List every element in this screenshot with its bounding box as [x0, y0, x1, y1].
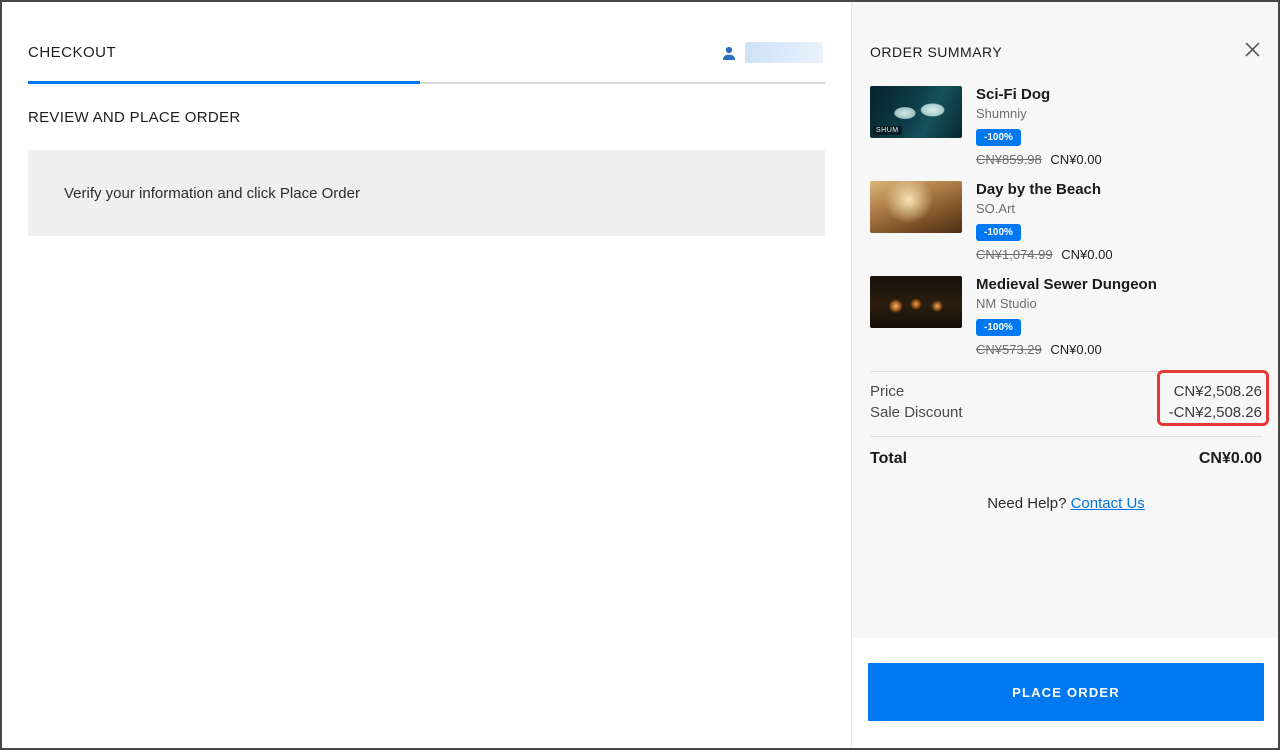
dungeon-thumbnail: [870, 276, 962, 328]
order-summary-scroll[interactable]: ORDER SUMMARY SHUM Sci-Fi Dog Shumniy -1…: [852, 2, 1280, 638]
need-help-text: Need Help?: [987, 495, 1066, 512]
total-row: Total CN¥0.00: [870, 436, 1262, 468]
contact-us-link[interactable]: Contact Us: [1071, 495, 1145, 512]
item-title: Sci-Fi Dog: [976, 86, 1102, 103]
item-final-price: CN¥0.00: [1050, 342, 1101, 357]
need-help-row: Need Help? Contact Us: [870, 495, 1262, 512]
price-value: CN¥2,508.26: [1174, 381, 1262, 402]
item-title: Medieval Sewer Dungeon: [976, 276, 1157, 293]
tab-checkout[interactable]: CHECKOUT: [28, 44, 116, 62]
item-prices: CN¥859.98 CN¥0.00: [976, 152, 1102, 167]
total-label: Total: [870, 450, 907, 468]
item-original-price: CN¥1,074.99: [976, 247, 1053, 262]
price-breakdown: Price CN¥2,508.26 Sale Discount -CN¥2,50…: [870, 371, 1262, 436]
checkout-pane: CHECKOUT REVIEW AND PLACE ORDER Verify y…: [2, 2, 851, 748]
order-item: SHUM Sci-Fi Dog Shumniy -100% CN¥859.98 …: [870, 86, 1262, 167]
order-summary-pane: ORDER SUMMARY SHUM Sci-Fi Dog Shumniy -1…: [851, 2, 1280, 748]
order-item-info: Sci-Fi Dog Shumniy -100% CN¥859.98 CN¥0.…: [976, 86, 1102, 167]
user-account[interactable]: [720, 42, 823, 63]
item-original-price: CN¥859.98: [976, 152, 1042, 167]
review-section-title: REVIEW AND PLACE ORDER: [28, 109, 825, 126]
order-item: Day by the Beach SO.Art -100% CN¥1,074.9…: [870, 181, 1262, 262]
order-summary-title: ORDER SUMMARY: [870, 44, 1002, 60]
item-seller: NM Studio: [976, 296, 1157, 311]
thumbnail-watermark: SHUM: [873, 126, 902, 135]
checkout-tabs-row: CHECKOUT: [28, 42, 825, 84]
discount-badge: -100%: [976, 224, 1021, 241]
order-item: Medieval Sewer Dungeon NM Studio -100% C…: [870, 276, 1262, 357]
beach-thumbnail: [870, 181, 962, 233]
user-name-redacted: [745, 42, 823, 63]
checkout-tab-label: CHECKOUT: [28, 44, 116, 61]
checkout-window: CHECKOUT REVIEW AND PLACE ORDER Verify y…: [0, 0, 1280, 750]
sci-fi-dog-thumbnail: SHUM: [870, 86, 962, 138]
close-x-glyph: [1245, 42, 1260, 57]
item-seller: SO.Art: [976, 201, 1113, 216]
verify-notice-text: Verify your information and click Place …: [64, 185, 360, 202]
discount-badge: -100%: [976, 129, 1021, 146]
sale-discount-row: Sale Discount -CN¥2,508.26: [870, 402, 1262, 423]
price-row: Price CN¥2,508.26: [870, 381, 1262, 402]
item-final-price: CN¥0.00: [1061, 247, 1112, 262]
order-item-info: Medieval Sewer Dungeon NM Studio -100% C…: [976, 276, 1157, 357]
item-seller: Shumniy: [976, 106, 1102, 121]
order-items-list: SHUM Sci-Fi Dog Shumniy -100% CN¥859.98 …: [870, 86, 1262, 357]
order-summary-footer: PLACE ORDER: [852, 638, 1280, 748]
sale-discount-label: Sale Discount: [870, 402, 963, 423]
order-item-info: Day by the Beach SO.Art -100% CN¥1,074.9…: [976, 181, 1113, 262]
discount-badge: -100%: [976, 319, 1021, 336]
active-tab-underline: [28, 81, 420, 84]
order-summary-header: ORDER SUMMARY: [870, 44, 1262, 60]
total-value: CN¥0.00: [1199, 450, 1262, 468]
sale-discount-value: -CN¥2,508.26: [1169, 402, 1262, 423]
verify-notice-box: Verify your information and click Place …: [28, 150, 825, 236]
item-final-price: CN¥0.00: [1050, 152, 1101, 167]
item-original-price: CN¥573.29: [976, 342, 1042, 357]
item-title: Day by the Beach: [976, 181, 1113, 198]
item-prices: CN¥1,074.99 CN¥0.00: [976, 247, 1113, 262]
close-icon[interactable]: [1243, 40, 1262, 59]
item-prices: CN¥573.29 CN¥0.00: [976, 342, 1157, 357]
price-label: Price: [870, 381, 904, 402]
place-order-button[interactable]: PLACE ORDER: [868, 663, 1264, 721]
person-icon: [720, 44, 738, 62]
